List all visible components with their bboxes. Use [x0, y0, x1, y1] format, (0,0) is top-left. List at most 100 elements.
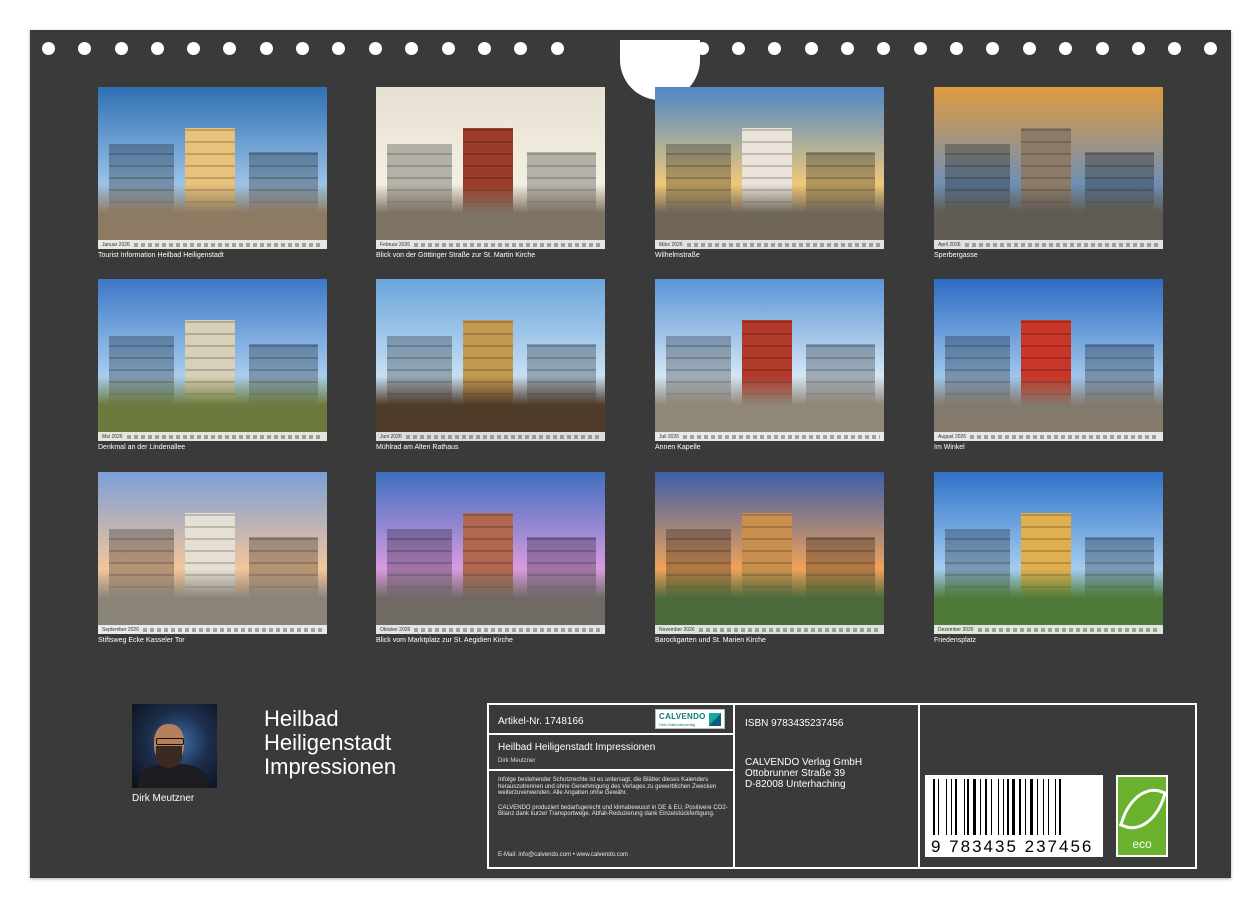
photo-caption: Annen Kapelle: [655, 444, 701, 451]
product-title: Heilbad Heiligenstadt Impressionen: [498, 742, 656, 753]
binding-hole: [768, 42, 781, 55]
binding-hole: [1204, 42, 1217, 55]
barcode-box: 9 783435 237456 eco: [918, 703, 1197, 869]
month-label: August 2026: [938, 433, 967, 440]
month-strip: Juni 2026: [376, 432, 605, 441]
product-author: Dirk Meutzner: [498, 758, 536, 764]
binding-hole: [1059, 42, 1072, 55]
month-strip: August 2026: [934, 432, 1163, 441]
photo-caption: Blick von der Göttinger Straße zur St. M…: [376, 252, 536, 259]
author-name: Dirk Meutzner: [132, 793, 195, 804]
town-photo: März 2026: [655, 87, 884, 249]
town-photo: August 2026: [934, 279, 1163, 441]
calendar-title: Heilbad Heiligenstadt Impressionen: [264, 706, 397, 779]
binding-hole: [1132, 42, 1145, 55]
town-photo: Mai 2026: [98, 279, 327, 441]
binding-hole: [151, 42, 164, 55]
binding-hole: [115, 42, 128, 55]
month-label: Oktober 2026: [380, 626, 411, 633]
isbn: ISBN 9783435237456: [745, 718, 844, 729]
barcode: 9 783435 237456: [925, 775, 1103, 857]
month-label: Februar 2026: [380, 241, 411, 248]
binding-hole: [42, 42, 55, 55]
month-label: Juni 2026: [380, 433, 402, 440]
binding-hole: [332, 42, 345, 55]
photo-tile: September 2026 Stiftsweg Ecke Kasseler To…: [98, 472, 327, 644]
month-strip: September 2026: [98, 625, 327, 634]
month-strip: Juli 2026: [655, 432, 884, 441]
photo-caption: Barockgarten und St. Marien Kirche: [655, 637, 766, 644]
barcode-number: 9 783435 237456: [931, 837, 1094, 856]
binding-hole: [1096, 42, 1109, 55]
legal-text: Infolge bestehender Schutzrechte ist es …: [498, 777, 728, 817]
photo-caption: Sperbergasse: [934, 252, 978, 259]
article-number: Artikel-Nr. 1748166: [498, 716, 584, 727]
binding-hole: [78, 42, 91, 55]
photo-tile: April 2026 Sperbergasse: [934, 87, 1163, 259]
photo-tile: Juni 2026 Mühlrad am Alten Rathaus: [376, 279, 605, 451]
binding-hole: [260, 42, 273, 55]
town-photo: Februar 2026: [376, 87, 605, 249]
month-label: Juli 2026: [659, 433, 680, 440]
binding-hole: [369, 42, 382, 55]
month-strip: Februar 2026: [376, 240, 605, 249]
photo-tile: Februar 2026 Blick von der Göttinger Stra…: [376, 87, 605, 259]
photo-tile: Juli 2026 Annen Kapelle: [655, 279, 884, 451]
photo-tile: November 2026 Barockgarten und St. Marien…: [655, 472, 884, 644]
month-strip: März 2026: [655, 240, 884, 249]
month-label: April 2026: [938, 241, 961, 248]
publisher-box: ISBN 9783435237456 CALVENDO Verlag GmbH …: [733, 703, 920, 869]
binding-hole: [914, 42, 927, 55]
town-photo: Dezember 2026: [934, 472, 1163, 634]
calendar-back-sheet: Januar 2026 Tourist Information Heilbad H…: [30, 30, 1231, 878]
photo-tile: Mai 2026 Denkmal an der Lindenallee: [98, 279, 327, 451]
binding-hole: [551, 42, 564, 55]
binding-hole: [732, 42, 745, 55]
town-photo: November 2026: [655, 472, 884, 634]
binding-hole: [986, 42, 999, 55]
photo-tile: Januar 2026 Tourist Information Heilbad H…: [98, 87, 327, 259]
contact-line: E-Mail: info@calvendo.com • www.calvendo…: [498, 852, 628, 858]
month-label: September 2026: [102, 626, 139, 633]
month-strip: Dezember 2026: [934, 625, 1163, 634]
product-info-box: Artikel-Nr. 1748166 CALVENDO Dein Kalend…: [487, 703, 735, 869]
author-portrait: [132, 704, 217, 788]
photo-caption: Mühlrad am Alten Rathaus: [376, 444, 459, 451]
photo-caption: Tourist Information Heilbad Heiligenstad…: [98, 252, 224, 259]
month-strip: Mai 2026: [98, 432, 327, 441]
eco-badge: eco: [1116, 775, 1168, 857]
photo-tile: März 2026 Wilhelmstraße: [655, 87, 884, 259]
binding-hole: [223, 42, 236, 55]
month-strip: Januar 2026: [98, 240, 327, 249]
photo-tile: Dezember 2026 Friedensplatz: [934, 472, 1163, 644]
leaf-icon: [1118, 780, 1168, 838]
photo-caption: Wilhelmstraße: [655, 252, 700, 259]
month-label: Mai 2026: [102, 433, 123, 440]
month-label: Januar 2026: [102, 241, 130, 248]
town-photo: Juli 2026: [655, 279, 884, 441]
binding-hole: [405, 42, 418, 55]
binding-hole: [841, 42, 854, 55]
calvendo-logo: CALVENDO Dein Kalenderverlag: [655, 709, 725, 729]
photo-tile: Oktober 2026 Blick vom Marktplatz zur St.…: [376, 472, 605, 644]
town-photo: Juni 2026: [376, 279, 605, 441]
photo-tile: August 2026 Im Winkel: [934, 279, 1163, 451]
binding-hole: [1168, 42, 1181, 55]
binding-hole: [296, 42, 309, 55]
photo-caption: Blick vom Marktplatz zur St. Aegidien Ki…: [376, 637, 513, 644]
publisher-address: CALVENDO Verlag GmbH Ottobrunner Straße …: [745, 757, 863, 790]
binding-hole: [1023, 42, 1036, 55]
photo-caption: Friedensplatz: [934, 637, 977, 644]
month-strip: April 2026: [934, 240, 1163, 249]
binding-hole: [950, 42, 963, 55]
binding-hole: [514, 42, 527, 55]
photo-caption: Stiftsweg Ecke Kasseler Tor: [98, 637, 185, 644]
binding-hole: [187, 42, 200, 55]
binding-hole: [805, 42, 818, 55]
town-photo: September 2026: [98, 472, 327, 634]
town-photo: April 2026: [934, 87, 1163, 249]
binding-hole: [442, 42, 455, 55]
photo-caption: Im Winkel: [934, 444, 965, 451]
binding-hole: [696, 42, 709, 55]
town-photo: Oktober 2026: [376, 472, 605, 634]
